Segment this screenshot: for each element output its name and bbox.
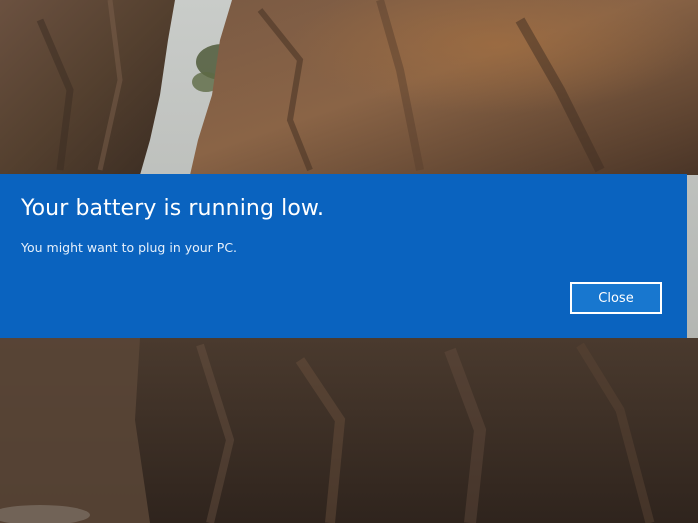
notification-message: You might want to plug in your PC. xyxy=(21,240,238,255)
notification-title: Your battery is running low. xyxy=(21,196,325,221)
close-button[interactable]: Close xyxy=(570,282,662,314)
lock-screen: Your battery is running low. You might w… xyxy=(0,0,698,523)
battery-low-notification: Your battery is running low. You might w… xyxy=(0,174,687,338)
